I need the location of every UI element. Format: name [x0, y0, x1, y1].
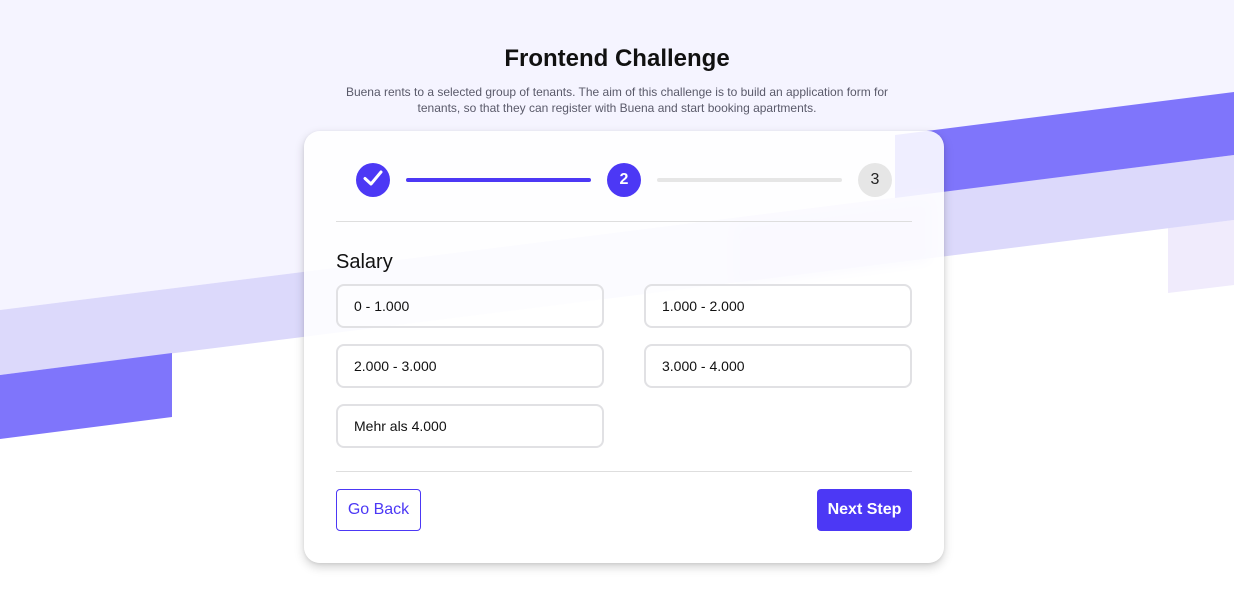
salary-option-0-1000[interactable]: 0 - 1.000	[336, 284, 604, 328]
step-2-active: 2	[607, 163, 641, 197]
salary-option-over-4000[interactable]: Mehr als 4.000	[336, 404, 604, 448]
application-form-card: 2 3 Salary 0 - 1.000 1.000 - 2.000 2.000…	[304, 131, 944, 563]
go-back-button[interactable]: Go Back	[336, 489, 421, 531]
check-icon	[362, 167, 384, 194]
page-header: Frontend Challenge Buena rents to a sele…	[0, 44, 1234, 116]
next-step-button[interactable]: Next Step	[817, 489, 912, 531]
background-right-accent	[1168, 220, 1234, 293]
step-3-upcoming: 3	[858, 163, 892, 197]
stepper: 2 3	[336, 131, 912, 222]
salary-options: 0 - 1.000 1.000 - 2.000 2.000 - 3.000 3.…	[336, 284, 912, 448]
salary-option-2000-3000[interactable]: 2.000 - 3.000	[336, 344, 604, 388]
step-1-completed	[356, 163, 390, 197]
progress-line-incomplete	[657, 178, 842, 182]
section-title: Salary	[336, 251, 393, 273]
form-footer: Go Back Next Step	[336, 471, 912, 532]
salary-option-1000-2000[interactable]: 1.000 - 2.000	[644, 284, 912, 328]
page-subtitle: Buena rents to a selected group of tenan…	[345, 85, 889, 115]
progress-line-complete	[406, 178, 591, 182]
salary-option-3000-4000[interactable]: 3.000 - 4.000	[644, 344, 912, 388]
app-page: Frontend Challenge Buena rents to a sele…	[0, 0, 1234, 606]
page-title: Frontend Challenge	[504, 45, 730, 72]
